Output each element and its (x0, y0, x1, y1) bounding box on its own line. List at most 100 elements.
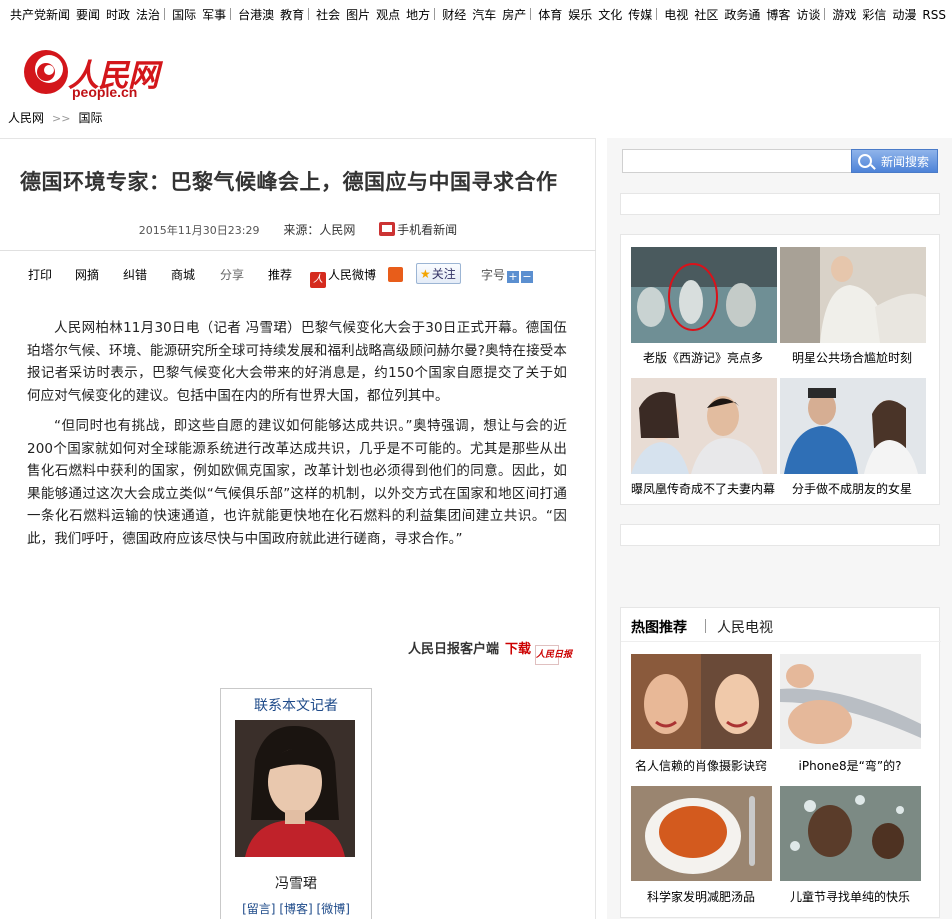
photo-thumb[interactable] (631, 247, 777, 343)
photo-caption[interactable]: 名人信赖的肖像摄影诀窍 (621, 757, 781, 774)
rss-button[interactable] (388, 267, 403, 282)
reporter-message-link[interactable]: [留言] (242, 902, 275, 916)
nav-link[interactable]: 博客 (766, 6, 790, 23)
nav-link[interactable]: 军事 (202, 6, 226, 23)
print-button[interactable]: 打印 (28, 266, 52, 283)
reporter-card-title: 联系本文记者 (254, 698, 338, 714)
font-size-control: 字号 + − (481, 266, 534, 283)
photo-image (631, 247, 777, 343)
nav-link[interactable]: 教育 (280, 6, 304, 23)
nav-group-7: 电视 社区 政务通 博客 访谈 (659, 6, 821, 23)
nav-link[interactable]: 娱乐 (568, 6, 592, 23)
tab-hot-pictures[interactable]: 热图推荐 (631, 617, 687, 637)
nav-link[interactable]: 汽车 (472, 6, 496, 23)
nav-link[interactable]: RSS (922, 8, 946, 22)
nav-link[interactable]: 社会 (316, 6, 340, 23)
nav-link[interactable]: 体育 (538, 6, 562, 23)
nav-link[interactable]: 要闻 (76, 6, 100, 23)
nav-link[interactable]: 政务通 (724, 6, 760, 23)
tab-people-tv[interactable]: 人民电视 (717, 617, 773, 637)
nav-link[interactable]: 观点 (376, 6, 400, 23)
photo-thumb[interactable] (631, 378, 777, 474)
photo-image (780, 654, 921, 749)
mall-button[interactable]: 商城 (171, 266, 195, 283)
nav-link[interactable]: 法治 (136, 6, 160, 23)
logo-swirl-icon (24, 50, 68, 94)
breadcrumb-arrow: >> (52, 112, 71, 125)
divider (0, 250, 596, 251)
ad-slot (620, 524, 940, 546)
nav-link[interactable]: 图片 (346, 6, 370, 23)
weibo-share-button[interactable]: 人人民微博 (310, 266, 376, 288)
reporter-weibo-link[interactable]: [微博] (317, 902, 350, 916)
photo-image (780, 786, 921, 881)
search-button[interactable]: 新闻搜索 (851, 149, 938, 173)
nav-link[interactable]: 房产 (502, 6, 526, 23)
article-date: 2015年11月30日23:29 (138, 224, 260, 237)
nav-link[interactable]: 财经 (442, 6, 466, 23)
photo-caption[interactable]: 分手做不成朋友的女星 (772, 480, 932, 497)
follow-label: 关注 (431, 267, 456, 281)
tab-divider (705, 619, 706, 633)
photo-caption[interactable]: 明星公共场合尴尬时刻 (772, 349, 932, 366)
recommend-button[interactable]: 推荐 (268, 266, 292, 283)
photo-thumb[interactable] (780, 786, 921, 881)
photo-caption[interactable]: 科学家发明减肥汤品 (621, 888, 781, 905)
star-icon: ★ (420, 267, 431, 281)
article-meta: 2015年11月30日23:29 来源：人民网 手机看新闻 (0, 221, 596, 238)
nav-link[interactable]: 文化 (598, 6, 622, 23)
photo-thumb[interactable] (780, 378, 926, 474)
reporter-name: 冯雪珺 (275, 876, 317, 892)
photo-caption[interactable]: 儿童节寻找单纯的快乐 (770, 888, 930, 905)
nav-link[interactable]: 时政 (106, 6, 130, 23)
font-decrease-button[interactable]: − (521, 271, 534, 283)
error-report-button[interactable]: 纠错 (123, 266, 147, 283)
hot-tabs: 热图推荐 人民电视 (621, 608, 941, 642)
breadcrumb-section[interactable]: 国际 (78, 111, 102, 125)
nav-link[interactable]: 彩信 (862, 6, 886, 23)
photo-thumb[interactable] (631, 786, 772, 881)
article-toolbar: 打印 网摘 纠错 商城 分享 推荐 人人民微博 ★关注 字号 + − (28, 263, 588, 288)
rss-icon (388, 267, 403, 282)
article-paragraph: 人民网柏林11月30日电（记者 冯雪珺）巴黎气候变化大会于30日正式开幕。德国伍… (27, 320, 567, 404)
app-download-link[interactable]: 下载 (505, 642, 531, 657)
nav-link[interactable]: 国际 (172, 6, 196, 23)
photo-thumb[interactable] (780, 247, 926, 343)
font-increase-button[interactable]: + (507, 271, 520, 283)
nav-link[interactable]: 地方 (406, 6, 430, 23)
nav-link[interactable]: 传媒 (628, 6, 652, 23)
nav-link[interactable]: 访谈 (796, 6, 820, 23)
nav-group-1: 共产党新闻 要闻 时政 法治 (0, 6, 161, 23)
nav-link[interactable]: 游戏 (832, 6, 856, 23)
follow-button[interactable]: ★关注 (416, 263, 461, 284)
font-size-label: 字号 (481, 268, 506, 282)
photo-caption[interactable]: iPhone8是“弯”的? (770, 757, 930, 774)
collect-button[interactable]: 网摘 (75, 266, 99, 283)
nav-link[interactable]: 社区 (694, 6, 718, 23)
nav-link[interactable]: 台港澳 (238, 6, 274, 23)
photo-thumb[interactable] (780, 654, 921, 749)
article-source: 来源：人民网 (283, 223, 356, 237)
nav-divider (434, 8, 436, 20)
app-logo-icon[interactable]: 人民日报 (535, 645, 572, 665)
nav-divider (530, 8, 532, 20)
photo-thumb[interactable] (631, 654, 772, 749)
photo-caption[interactable]: 曝凤凰传奇成不了夫妻内幕 (623, 480, 783, 497)
photo-caption[interactable]: 老版《西游记》亮点多 (623, 349, 783, 366)
reporter-blog-link[interactable]: [博客] (279, 902, 312, 916)
nav-link[interactable]: 电视 (664, 6, 688, 23)
search-input[interactable] (622, 149, 852, 173)
photo-image (780, 378, 926, 474)
nav-link[interactable]: 共产党新闻 (10, 6, 70, 23)
nav-link[interactable]: 动漫 (892, 6, 916, 23)
site-logo[interactable]: 人民网 people.cn (22, 48, 162, 100)
sidebar: 新闻搜索 老版《西游记》亮点多 明星公共场合尴尬时刻 曝凤凰传奇成不了夫妻内幕 … (607, 138, 952, 919)
breadcrumb-home[interactable]: 人民网 (8, 111, 44, 125)
nav-group-4: 社会 图片 观点 地方 (311, 6, 431, 23)
logo-text-en: people.cn (72, 84, 138, 100)
weibo-label: 人民微博 (328, 268, 377, 282)
reporter-links: [留言] [博客] [微博] (221, 900, 371, 917)
mobile-news-link[interactable]: 手机看新闻 (379, 222, 457, 237)
top-navigation: 共产党新闻 要闻 时政 法治 国际 军事 台港澳 教育 社会 图片 观点 地方 财经 汽车 房产 体… (0, 6, 952, 26)
nav-group-8: 游戏 彩信 动漫 RSS (827, 6, 947, 23)
